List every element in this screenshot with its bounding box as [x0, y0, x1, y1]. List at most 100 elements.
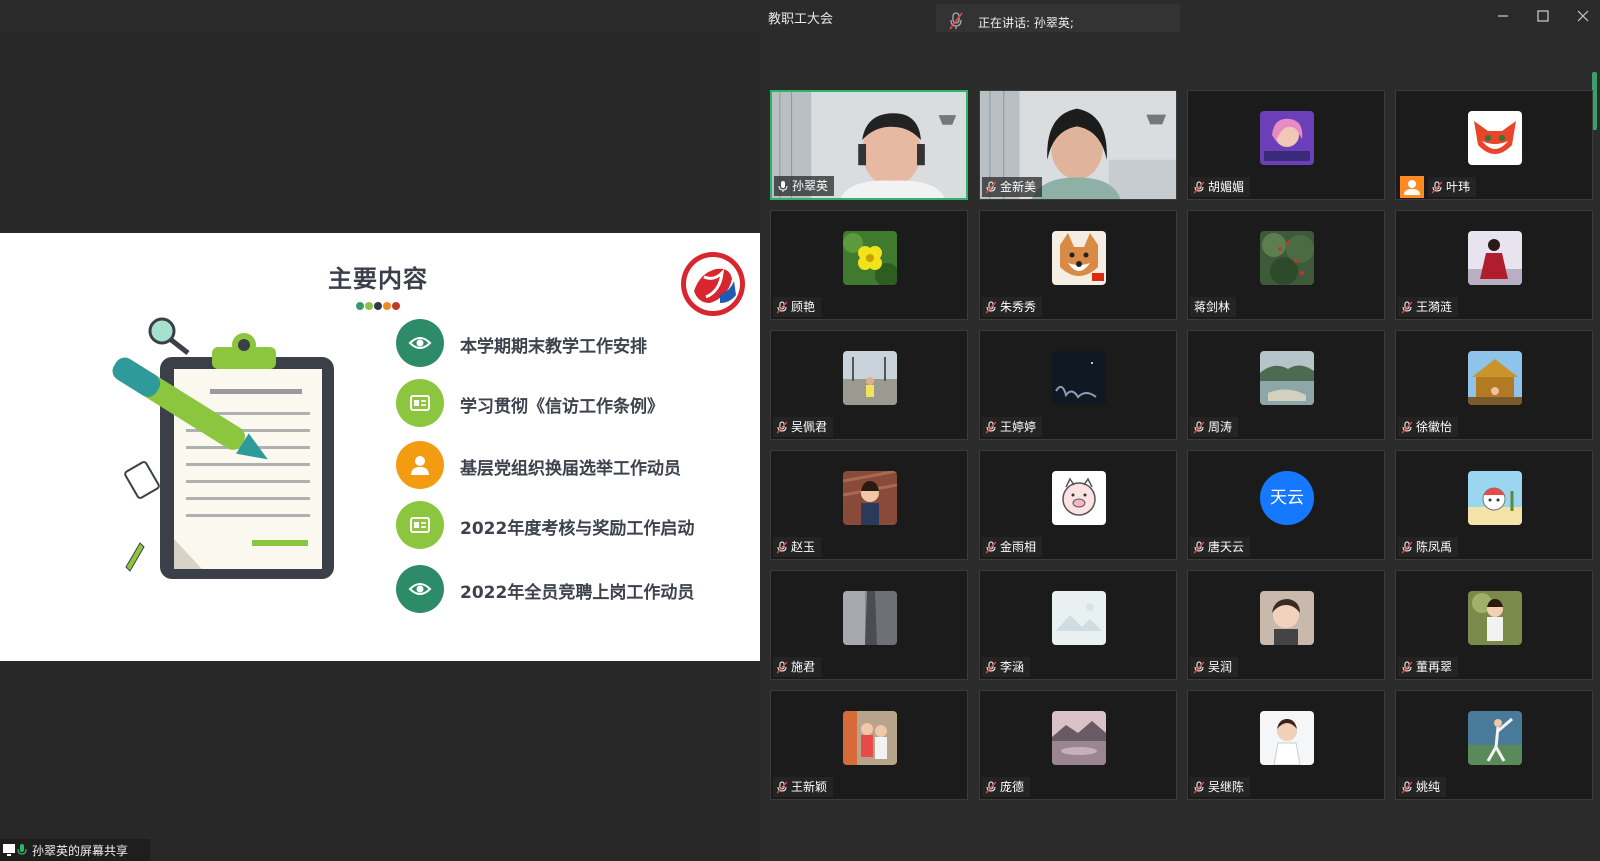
agenda-item-1: 本学期期末教学工作安排	[396, 319, 736, 369]
participant-tile[interactable]: 赵玉	[770, 450, 968, 560]
participant-name-text: 王新颖	[791, 780, 828, 794]
participant-name: 姚纯	[1398, 777, 1447, 797]
screen-share-label: 孙翠英的屏幕共享	[32, 844, 129, 858]
agenda-item-3: 基层党组织换届选举工作动员	[396, 441, 736, 491]
participant-tile[interactable]: 王新颖	[770, 690, 968, 800]
close-icon[interactable]	[1572, 6, 1594, 26]
agenda-label: 学习贯彻《信访工作条例》	[460, 397, 664, 417]
participant-name: 蒋剑林	[1190, 297, 1237, 317]
maximize-icon[interactable]	[1532, 6, 1554, 26]
participant-name: 孙翠英	[774, 176, 835, 196]
dot	[365, 302, 373, 310]
mountain-avatar	[1052, 711, 1106, 765]
participant-tile[interactable]: 李涵	[979, 570, 1177, 680]
screen-share-status: 孙翠英的屏幕共享	[0, 839, 150, 861]
participant-name: 周涛	[1190, 417, 1239, 437]
participant-name-text: 李涵	[1000, 660, 1025, 674]
participant-name: 赵玉	[773, 537, 822, 557]
participant-tile[interactable]: 胡媚媚	[1187, 90, 1385, 200]
mic-muted-icon	[1402, 781, 1412, 794]
participant-name: 董再翠	[1398, 657, 1459, 677]
text-avatar: 天云	[1260, 471, 1314, 525]
family-avatar	[843, 711, 897, 765]
participant-tile[interactable]: 王漪涟	[1395, 210, 1593, 320]
participant-name: 金雨相	[982, 537, 1043, 557]
dance-avatar	[1468, 711, 1522, 765]
participant-name: 胡媚媚	[1190, 177, 1251, 197]
participant-tile[interactable]: 孙翠英	[770, 90, 968, 200]
tree-avatar	[1260, 231, 1314, 285]
slide-title: 主要内容	[328, 265, 428, 293]
participant-name: 陈凤禹	[1398, 537, 1459, 557]
participant-tile[interactable]: 金雨相	[979, 450, 1177, 560]
mic-muted-icon	[986, 541, 996, 554]
participant-tile[interactable]: 吴佩君	[770, 330, 968, 440]
participant-tile[interactable]: 周涛	[1187, 330, 1385, 440]
participant-name: 唐天云	[1190, 537, 1251, 557]
placeholder-avatar	[1052, 591, 1106, 645]
participant-name-text: 金雨相	[1000, 540, 1037, 554]
mic-muted-icon	[777, 661, 787, 674]
mic-muted-icon	[1432, 181, 1442, 194]
participant-name-text: 蒋剑林	[1194, 300, 1231, 314]
fox-avatar	[1468, 111, 1522, 165]
dot	[383, 302, 391, 310]
school-logo	[681, 252, 745, 316]
participant-tile[interactable]: 施君	[770, 570, 968, 680]
participant-tile[interactable]: 顾艳	[770, 210, 968, 320]
participant-tile[interactable]: 庞德	[979, 690, 1177, 800]
participant-name-text: 庞德	[1000, 780, 1025, 794]
mic-muted-icon	[1194, 661, 1204, 674]
girl-avatar	[1468, 591, 1522, 645]
participant-tile[interactable]: 吴润	[1187, 570, 1385, 680]
participant-name: 朱秀秀	[982, 297, 1043, 317]
mic-muted-icon	[986, 781, 996, 794]
pig-avatar	[1052, 471, 1106, 525]
participant-tile[interactable]: 徐徽怡	[1395, 330, 1593, 440]
participant-tile[interactable]: 天云 唐天云	[1187, 450, 1385, 560]
agenda-label: 2022年度考核与奖励工作启动	[460, 519, 695, 539]
participant-name: 金新美	[982, 177, 1043, 197]
mic-muted-icon	[777, 421, 787, 434]
participant-tile[interactable]: 陈凤禹	[1395, 450, 1593, 560]
participant-tile[interactable]: 董再翠	[1395, 570, 1593, 680]
participant-tile[interactable]: 蒋剑林	[1187, 210, 1385, 320]
dot	[356, 302, 364, 310]
participant-tile[interactable]: 朱秀秀	[979, 210, 1177, 320]
mic-muted-icon	[1402, 661, 1412, 674]
mic-muted-icon	[1194, 781, 1204, 794]
eye-icon	[396, 319, 444, 367]
portrait-avatar	[1468, 231, 1522, 285]
dot	[392, 302, 400, 310]
participant-name: 庞德	[982, 777, 1031, 797]
minimize-icon[interactable]	[1492, 6, 1514, 26]
id-card-icon	[396, 501, 444, 549]
participant-name-text: 吴继陈	[1208, 780, 1245, 794]
mic-muted-icon	[1194, 181, 1204, 194]
participant-tile[interactable]: 叶玮	[1395, 90, 1593, 200]
mic-muted-icon	[777, 301, 787, 314]
participant-name-text: 孙翠英	[792, 179, 829, 193]
participant-name: 王新颖	[773, 777, 834, 797]
participant-name: 施君	[773, 657, 822, 677]
participant-name: 王漪涟	[1398, 297, 1459, 317]
participant-name-text: 叶玮	[1446, 180, 1471, 194]
participant-name-text: 吴润	[1208, 660, 1233, 674]
title-dots	[356, 295, 401, 314]
participant-name-text: 董再翠	[1416, 660, 1453, 674]
toddler-avatar	[1260, 711, 1314, 765]
participant-tile[interactable]: 吴继陈	[1187, 690, 1385, 800]
shared-slide: 主要内容 本学期期末教学工作安排 学习贯彻《信访工作条例》 基层党组织换届选举工…	[0, 233, 760, 661]
participant-name: 叶玮	[1428, 177, 1477, 197]
lake-avatar	[1260, 351, 1314, 405]
participant-name-text: 王漪涟	[1416, 300, 1453, 314]
participant-name-text: 姚纯	[1416, 780, 1441, 794]
cartoon-avatar	[1468, 471, 1522, 525]
host-badge	[1400, 176, 1424, 198]
participant-tile[interactable]: 姚纯	[1395, 690, 1593, 800]
mic-muted-icon	[986, 301, 996, 314]
agenda-item-4: 2022年度考核与奖励工作启动	[396, 501, 736, 551]
participant-tile[interactable]: 王婷婷	[979, 330, 1177, 440]
mic-muted-icon	[777, 541, 787, 554]
participant-tile[interactable]: 金新美	[979, 90, 1177, 200]
